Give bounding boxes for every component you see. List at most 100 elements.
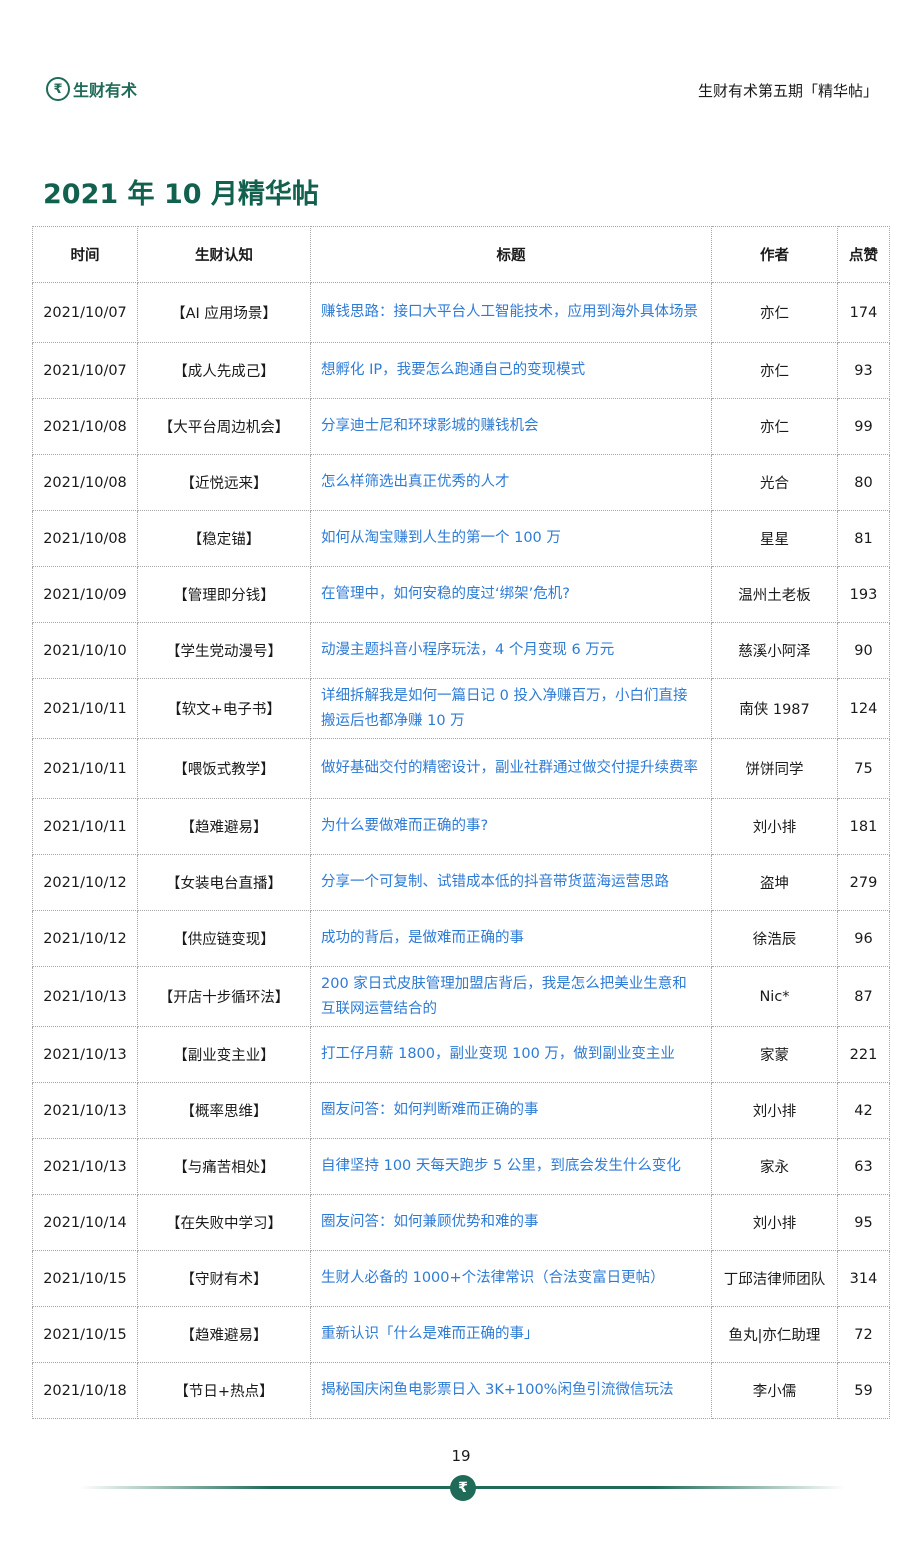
cell-author: 星星: [711, 510, 838, 567]
document-header-title: 生财有术第五期「精华帖」: [697, 82, 878, 100]
cell-title-link[interactable]: 为什么要做难而正确的事?: [310, 798, 712, 855]
cell-title-link[interactable]: 做好基础交付的精密设计，副业社群通过做交付提升续费率: [310, 738, 712, 799]
cell-likes: 193: [837, 566, 890, 623]
cell-likes: 124: [837, 678, 890, 739]
posts-table: 时间 生财认知 标题 作者 点赞 2021/10/07 【AI 应用场景】 赚钱思路…: [32, 226, 890, 1419]
cell-date: 2021/10/11: [32, 738, 138, 799]
table-row: 2021/10/08 【近悦远来】 怎么样筛选出真正优秀的人才 光合 80: [32, 454, 890, 511]
cell-topic: 【AI 应用场景】: [137, 282, 311, 343]
cell-title-link[interactable]: 生财人必备的 1000+个法律常识（合法变富日更帖）: [310, 1250, 712, 1307]
cell-date: 2021/10/08: [32, 398, 138, 455]
table-row: 2021/10/13 【与痛苦相处】 自律坚持 100 天每天跑步 5 公里，到底会…: [32, 1138, 890, 1195]
cell-author: 南侠 1987: [711, 678, 838, 739]
page-number: 19: [451, 1447, 471, 1465]
cell-date: 2021/10/07: [32, 342, 138, 399]
table-row: 2021/10/09 【管理即分钱】 在管理中，如何安稳的度过‘绑架’危机? 温州土老…: [32, 566, 890, 623]
cell-likes: 63: [837, 1138, 890, 1195]
cell-likes: 87: [837, 966, 890, 1027]
table-row: 2021/10/12 【女装电台直播】 分享一个可复制、试错成本低的抖音带货蓝海运营…: [32, 854, 890, 911]
table-row: 2021/10/14 【在失败中学习】 圈友问答：如何兼顾优势和难的事 刘小排 95: [32, 1194, 890, 1251]
cell-date: 2021/10/07: [32, 282, 138, 343]
cell-author: 丁邱洁律师团队: [711, 1250, 838, 1307]
cell-likes: 99: [837, 398, 890, 455]
cell-author: 徐浩辰: [711, 910, 838, 967]
cell-topic: 【喂饭式教学】: [137, 738, 311, 799]
cell-author: 李小儒: [711, 1362, 838, 1419]
table-header-row: 时间 生财认知 标题 作者 点赞: [32, 226, 890, 283]
cell-title-link[interactable]: 打工仔月薪 1800，副业变现 100 万，做到副业变主业: [310, 1026, 712, 1083]
cell-title-link[interactable]: 如何从淘宝赚到人生的第一个 100 万: [310, 510, 712, 567]
table-row: 2021/10/12 【供应链变现】 成功的背后，是做难而正确的事 徐浩辰 96: [32, 910, 890, 967]
cell-title-link[interactable]: 分享一个可复制、试错成本低的抖音带货蓝海运营思路: [310, 854, 712, 911]
cell-topic: 【成人先成己】: [137, 342, 311, 399]
cell-date: 2021/10/15: [32, 1306, 138, 1363]
table-row: 2021/10/08 【大平台周边机会】 分享迪士尼和环球影城的赚钱机会 亦仁 99: [32, 398, 890, 455]
cell-author: 亦仁: [711, 398, 838, 455]
cell-title-link[interactable]: 200 家日式皮肤管理加盟店背后，我是怎么把美业生意和互联网运营结合的: [310, 966, 712, 1027]
cell-author: 刘小排: [711, 1082, 838, 1139]
cell-title-link[interactable]: 圈友问答：如何兼顾优势和难的事: [310, 1194, 712, 1251]
column-header-date: 时间: [32, 226, 138, 283]
cell-date: 2021/10/09: [32, 566, 138, 623]
cell-topic: 【与痛苦相处】: [137, 1138, 311, 1195]
cell-topic: 【开店十步循环法】: [137, 966, 311, 1027]
cell-title-link[interactable]: 分享迪士尼和环球影城的赚钱机会: [310, 398, 712, 455]
cell-topic: 【供应链变现】: [137, 910, 311, 967]
cell-author: 温州土老板: [711, 566, 838, 623]
column-header-author: 作者: [711, 226, 838, 283]
cell-likes: 81: [837, 510, 890, 567]
table-row: 2021/10/10 【学生党动漫号】 动漫主题抖音小程序玩法，4 个月变现 6 万…: [32, 622, 890, 679]
cell-author: 刘小排: [711, 798, 838, 855]
cell-date: 2021/10/12: [32, 910, 138, 967]
table-row: 2021/10/11 【喂饭式教学】 做好基础交付的精密设计，副业社群通过做交付提升…: [32, 738, 890, 799]
cell-title-link[interactable]: 详细拆解我是如何一篇日记 0 投入净赚百万，小白们直接搬运后也都净赚 10 万: [310, 678, 712, 739]
cell-date: 2021/10/11: [32, 798, 138, 855]
cell-topic: 【趋难避易】: [137, 1306, 311, 1363]
cell-likes: 93: [837, 342, 890, 399]
cell-title-link[interactable]: 赚钱思路：接口大平台人工智能技术，应用到海外具体场景: [310, 282, 712, 343]
cell-topic: 【管理即分钱】: [137, 566, 311, 623]
cell-title-link[interactable]: 在管理中，如何安稳的度过‘绑架’危机?: [310, 566, 712, 623]
cell-date: 2021/10/10: [32, 622, 138, 679]
cell-topic: 【大平台周边机会】: [137, 398, 311, 455]
cell-date: 2021/10/11: [32, 678, 138, 739]
column-header-title: 标题: [310, 226, 712, 283]
cell-title-link[interactable]: 揭秘国庆闲鱼电影票日入 3K+100%闲鱼引流微信玩法: [310, 1362, 712, 1419]
table-row: 2021/10/13 【概率思维】 圈友问答：如何判断难而正确的事 刘小排 42: [32, 1082, 890, 1139]
cell-topic: 【学生党动漫号】: [137, 622, 311, 679]
cell-date: 2021/10/15: [32, 1250, 138, 1307]
cell-likes: 59: [837, 1362, 890, 1419]
cell-title-link[interactable]: 动漫主题抖音小程序玩法，4 个月变现 6 万元: [310, 622, 712, 679]
cell-likes: 90: [837, 622, 890, 679]
table-row: 2021/10/07 【AI 应用场景】 赚钱思路：接口大平台人工智能技术，应用到海…: [32, 282, 890, 343]
cell-likes: 96: [837, 910, 890, 967]
table-row: 2021/10/13 【开店十步循环法】 200 家日式皮肤管理加盟店背后，我是怎么…: [32, 966, 890, 1027]
cell-date: 2021/10/08: [32, 510, 138, 567]
cell-likes: 42: [837, 1082, 890, 1139]
column-header-likes: 点赞: [837, 226, 890, 283]
cell-author: 亦仁: [711, 342, 838, 399]
cell-topic: 【概率思维】: [137, 1082, 311, 1139]
table-row: 2021/10/13 【副业变主业】 打工仔月薪 1800，副业变现 100 万，做…: [32, 1026, 890, 1083]
cell-date: 2021/10/13: [32, 966, 138, 1027]
cell-author: 家蒙: [711, 1026, 838, 1083]
cell-title-link[interactable]: 成功的背后，是做难而正确的事: [310, 910, 712, 967]
cell-likes: 80: [837, 454, 890, 511]
cell-title-link[interactable]: 想孵化 IP，我要怎么跑通自己的变现模式: [310, 342, 712, 399]
cell-title-link[interactable]: 怎么样筛选出真正优秀的人才: [310, 454, 712, 511]
table-row: 2021/10/15 【守财有术】 生财人必备的 1000+个法律常识（合法变富日更…: [32, 1250, 890, 1307]
cell-author: 刘小排: [711, 1194, 838, 1251]
cell-topic: 【节日+热点】: [137, 1362, 311, 1419]
cell-author: 慈溪小阿泽: [711, 622, 838, 679]
cell-author: 鱼丸|亦仁助理: [711, 1306, 838, 1363]
cell-likes: 72: [837, 1306, 890, 1363]
brand-logo-text: 生财有术: [73, 81, 138, 100]
page-title: 2021 年 10 月精华帖: [43, 179, 319, 210]
cell-title-link[interactable]: 自律坚持 100 天每天跑步 5 公里，到底会发生什么变化: [310, 1138, 712, 1195]
cell-title-link[interactable]: 重新认识「什么是难而正确的事」: [310, 1306, 712, 1363]
cell-likes: 221: [837, 1026, 890, 1083]
cell-date: 2021/10/13: [32, 1026, 138, 1083]
cell-title-link[interactable]: 圈友问答：如何判断难而正确的事: [310, 1082, 712, 1139]
table-row: 2021/10/07 【成人先成己】 想孵化 IP，我要怎么跑通自己的变现模式 亦仁 9…: [32, 342, 890, 399]
table-row: 2021/10/18 【节日+热点】 揭秘国庆闲鱼电影票日入 3K+100%闲鱼引流…: [32, 1362, 890, 1419]
